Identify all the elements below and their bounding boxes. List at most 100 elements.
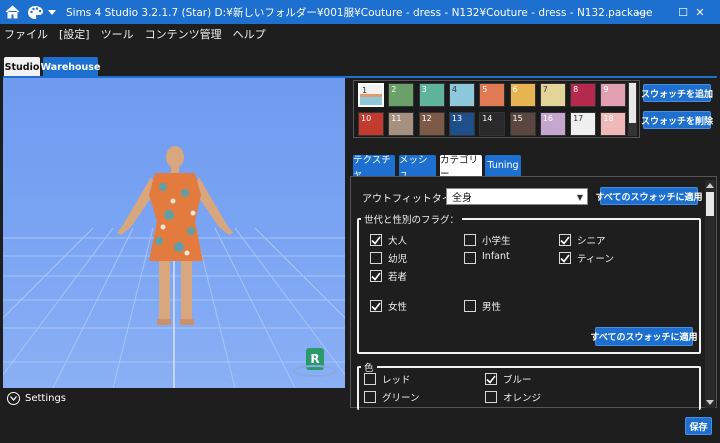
- swatch-2[interactable]: 2: [388, 83, 415, 107]
- swatch-number: 8: [573, 85, 579, 94]
- swatch-10[interactable]: 10: [358, 112, 384, 136]
- menu-settings[interactable]: [設定]: [59, 26, 90, 42]
- infant-label: Infant: [482, 251, 510, 262]
- swatch-7[interactable]: 7: [539, 83, 566, 107]
- title-bar: Sims 4 Studio 3.2.1.7 (Star) D:¥新しいフォルダー…: [0, 0, 720, 24]
- tab-studio[interactable]: Studio: [4, 57, 40, 77]
- tab-warehouse[interactable]: Warehouse: [41, 57, 100, 77]
- menu-content-management[interactable]: コンテンツ管理: [145, 26, 222, 42]
- infant-checkbox[interactable]: [464, 252, 476, 264]
- swatch-14[interactable]: 14: [479, 112, 506, 136]
- settings-label: Settings: [25, 393, 67, 404]
- close-button[interactable]: ✕: [680, 0, 720, 24]
- swatch-13[interactable]: 13: [448, 112, 475, 136]
- swatch-number: 14: [482, 114, 493, 123]
- palette-icon[interactable]: [24, 0, 46, 24]
- swatch-6[interactable]: 6: [509, 83, 536, 107]
- swatch-number: 15: [512, 114, 523, 123]
- minimize-icon: —: [635, 5, 647, 19]
- delete-swatch-button[interactable]: スウォッチを削除: [641, 111, 713, 129]
- swatch-number: 9: [603, 85, 609, 94]
- color-red-checkbox[interactable]: [364, 373, 376, 385]
- swatch-17[interactable]: 17: [570, 112, 597, 136]
- elder-label: シニア: [577, 236, 606, 247]
- home-icon[interactable]: [0, 0, 24, 24]
- female-checkbox[interactable]: [370, 300, 382, 312]
- swatch-number: 2: [391, 85, 397, 94]
- color-blue-checkbox[interactable]: [485, 373, 497, 385]
- menu-file[interactable]: ファイル: [4, 26, 48, 42]
- category-scrollbar-thumb[interactable]: [706, 192, 714, 216]
- swatch-number: 18: [603, 114, 614, 123]
- swatch-4[interactable]: 4: [448, 83, 475, 107]
- age-gender-apply-all-button[interactable]: すべてのスウォッチに適用: [591, 327, 698, 346]
- swatch-18[interactable]: 18: [600, 112, 627, 136]
- tab-category[interactable]: カテゴリー: [440, 155, 482, 180]
- scroll-down-icon[interactable]: [706, 400, 714, 406]
- swatch-number: 11: [391, 114, 402, 123]
- swatch-scrollbar-thumb[interactable]: [629, 83, 636, 123]
- swatch-number: 3: [421, 85, 427, 94]
- menu-bar: ファイル [設定] ツール コンテンツ管理 ヘルプ: [0, 24, 720, 44]
- age-gender-title: 世代と性別のフラグ：: [361, 212, 463, 226]
- young-adult-checkbox[interactable]: [370, 270, 382, 282]
- swatch-number: 4: [451, 85, 457, 94]
- tab-tuning[interactable]: Tuning: [485, 155, 521, 176]
- window-title: Sims 4 Studio 3.2.1.7 (Star) D:¥新しいフォルダー…: [66, 6, 653, 19]
- dropdown-icon[interactable]: [46, 0, 58, 24]
- elder-checkbox[interactable]: [559, 234, 571, 246]
- tab-mesh[interactable]: メッシュ: [399, 155, 436, 180]
- swatch-number: 16: [542, 114, 553, 123]
- sim-model: [117, 146, 233, 325]
- swatch-number: 10: [361, 114, 372, 123]
- color-orange-checkbox[interactable]: [485, 391, 497, 403]
- minimize-button[interactable]: —: [620, 0, 662, 24]
- swatch-number: 7: [542, 85, 548, 94]
- close-icon: ✕: [695, 5, 705, 19]
- swatch-number: 17: [573, 114, 584, 123]
- color-green-checkbox[interactable]: [364, 391, 376, 403]
- teen-checkbox[interactable]: [559, 252, 571, 264]
- young-adult-label: 若者: [388, 272, 408, 283]
- swatch-15[interactable]: 15: [509, 112, 536, 136]
- color-orange-label: オレンジ: [503, 393, 542, 404]
- scroll-up-icon[interactable]: [706, 182, 714, 188]
- swatch-number: 1: [362, 86, 368, 95]
- tab-texture[interactable]: テクスチャ: [353, 155, 395, 180]
- swatch-number: 13: [451, 114, 463, 123]
- swatch-16[interactable]: 16: [539, 112, 566, 136]
- swatch-8[interactable]: 8: [570, 83, 597, 107]
- color-red-label: レッド: [382, 375, 411, 386]
- male-checkbox[interactable]: [464, 300, 476, 312]
- adult-label: 大人: [388, 236, 408, 247]
- toddler-label: 幼児: [388, 254, 408, 265]
- teen-label: ティーン: [577, 254, 614, 265]
- swatch-1[interactable]: 1: [358, 83, 384, 107]
- outfit-type-value: 全身: [452, 193, 472, 204]
- swatch-number: 12: [421, 114, 432, 123]
- badge-ring-icon: [293, 365, 337, 377]
- swatch-number: 6: [512, 85, 518, 94]
- menu-tools[interactable]: ツール: [101, 26, 134, 42]
- adult-checkbox[interactable]: [370, 234, 382, 246]
- swatch-11[interactable]: 11: [388, 112, 415, 136]
- swatch-3[interactable]: 3: [418, 83, 445, 107]
- swatch-5[interactable]: 5: [479, 83, 506, 107]
- status-bar: [0, 410, 720, 443]
- child-label: 小学生: [482, 236, 511, 247]
- swatch-number: 5: [482, 85, 488, 94]
- swatch-9[interactable]: 9: [600, 83, 627, 107]
- menu-help[interactable]: ヘルプ: [233, 26, 266, 42]
- model-viewport[interactable]: R: [3, 78, 345, 388]
- save-button[interactable]: 保存: [685, 417, 712, 435]
- toddler-checkbox[interactable]: [370, 252, 382, 264]
- add-swatch-button[interactable]: スウォッチを追加: [641, 84, 713, 102]
- male-label: 男性: [482, 302, 502, 313]
- color-green-label: グリーン: [382, 393, 420, 404]
- child-checkbox[interactable]: [464, 234, 476, 246]
- outfit-type-select[interactable]: 全身 ▼: [446, 188, 588, 205]
- swatch-12[interactable]: 12: [418, 112, 445, 136]
- color-blue-label: ブルー: [503, 375, 532, 386]
- settings-toggle[interactable]: Settings: [3, 389, 345, 408]
- outfit-apply-all-button[interactable]: すべてのスウォッチに適用: [596, 187, 703, 205]
